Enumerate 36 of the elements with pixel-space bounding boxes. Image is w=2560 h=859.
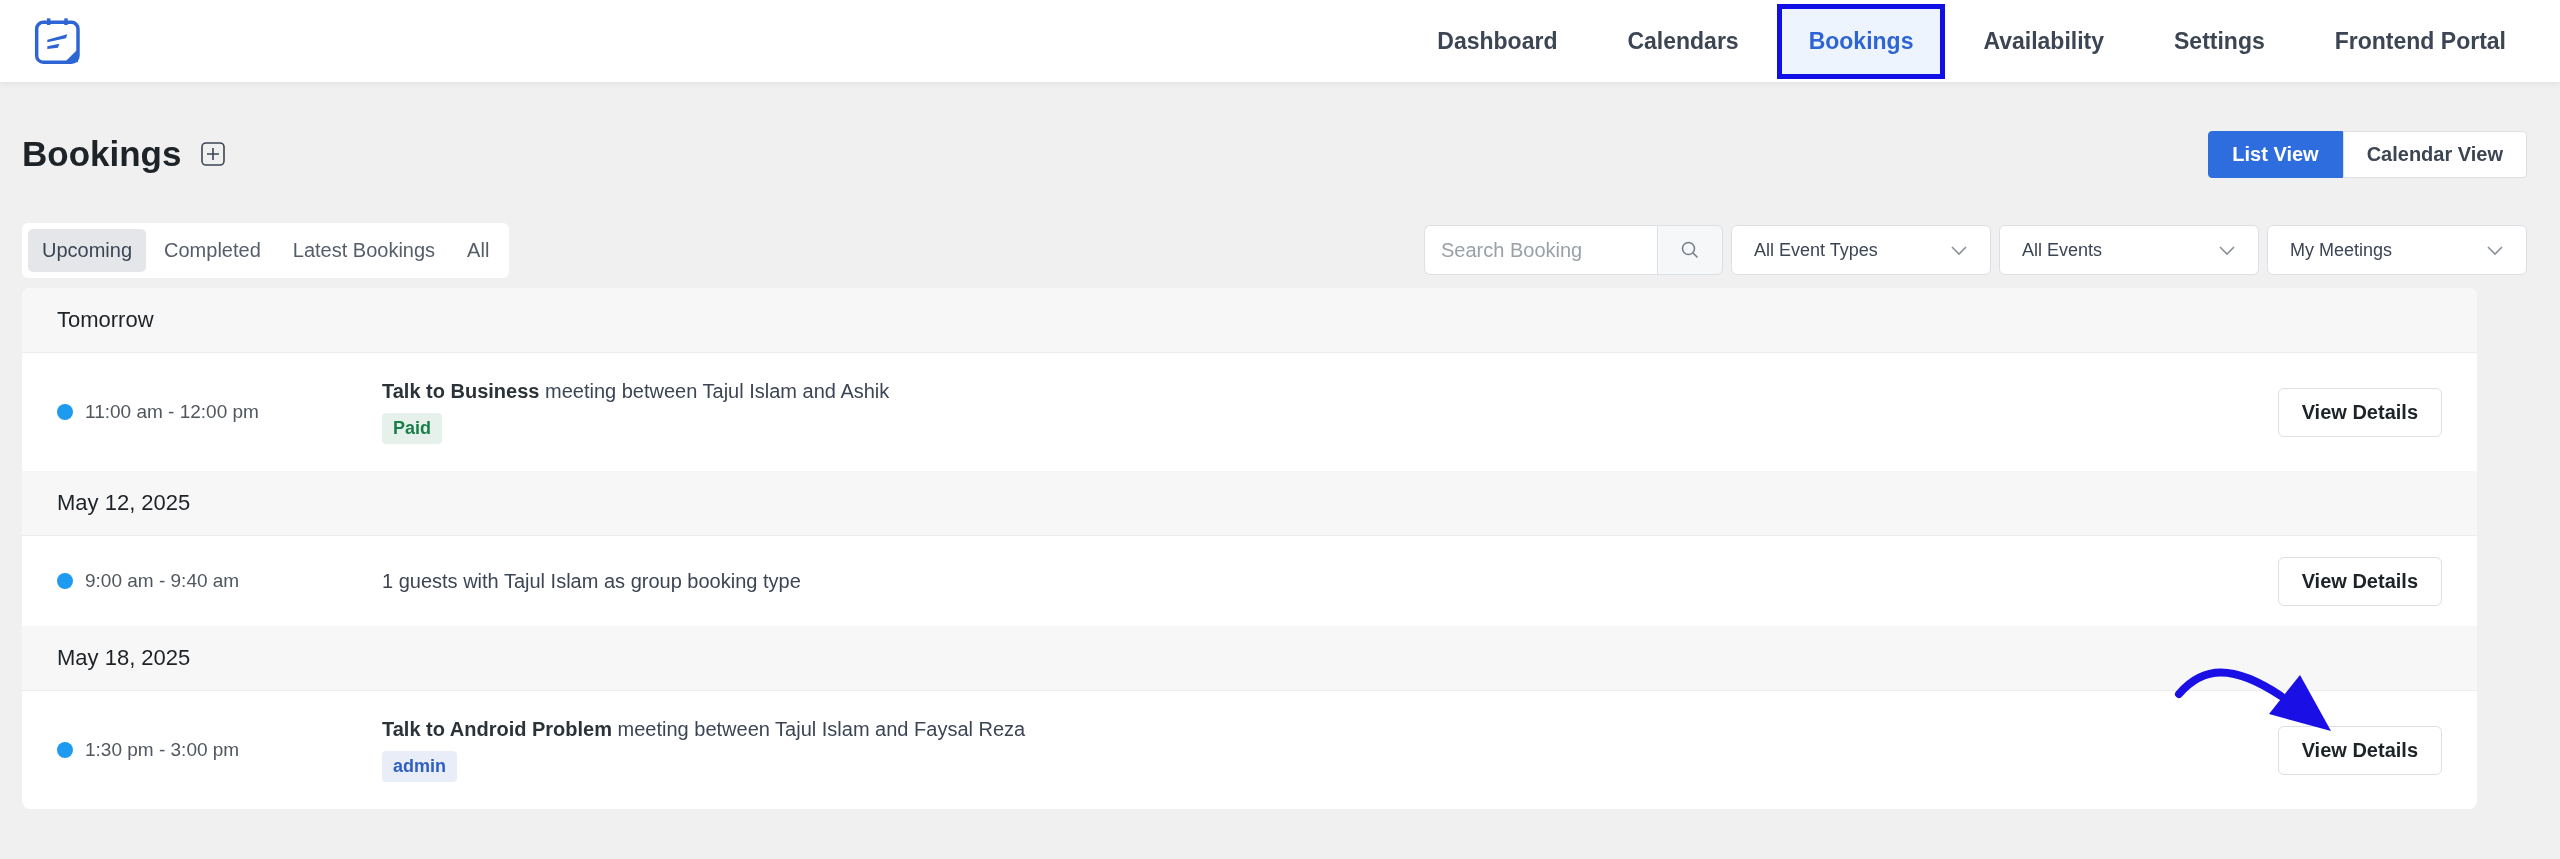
filter-tab[interactable]: Latest Bookings (278, 228, 450, 272)
booking-time: 11:00 am - 12:00 pm (85, 401, 259, 423)
nav-link[interactable]: Availability (1951, 3, 2137, 79)
nav-link[interactable]: Dashboard (1405, 3, 1590, 79)
nav-link[interactable]: Settings (2142, 3, 2297, 79)
filter-dropdown[interactable]: My Meetings (2267, 225, 2527, 275)
date-heading: Tomorrow (22, 288, 2477, 353)
booking-tag: Paid (382, 413, 442, 444)
chevron-down-icon (1950, 244, 1968, 256)
search-field[interactable]: Search Booking (1424, 225, 1657, 275)
filter-tab[interactable]: All (453, 228, 504, 272)
view-toggle-button[interactable]: Calendar View (2342, 130, 2527, 178)
filter-tab[interactable]: Upcoming (28, 228, 147, 272)
booking-title: Talk to Business meeting between Tajul Islam and Ashik (382, 380, 890, 403)
view-toggle-button[interactable]: List View (2208, 130, 2343, 178)
nav-link[interactable]: Frontend Portal (2302, 3, 2538, 79)
filter-tab[interactable]: Completed (150, 228, 275, 272)
booking-time: 9:00 am - 9:40 am (85, 570, 240, 592)
add-icon[interactable] (201, 142, 226, 166)
filter-dropdown[interactable]: All Event Types (1731, 225, 1991, 275)
booking-time: 1:30 pm - 3:00 pm (85, 739, 240, 761)
calendar-logo-icon[interactable] (34, 17, 82, 65)
chevron-down-icon (2486, 244, 2504, 256)
booking-tag: admin (382, 751, 457, 782)
date-heading: May 12, 2025 (22, 471, 2477, 536)
nav-link[interactable]: Calendars (1595, 3, 1771, 79)
view-details-button[interactable]: View Details (2277, 725, 2442, 775)
date-heading: May 18, 2025 (22, 626, 2477, 691)
filter-dropdown[interactable]: All Events (1999, 225, 2259, 275)
booking-title: 1 guests with Tajul Islam as group booking type (382, 569, 801, 593)
booking-title: Talk to Android Problem meeting between Tajul Islam and Faysal Reza (382, 718, 1026, 741)
search-icon (1680, 240, 1700, 260)
view-details-button[interactable]: View Details (2277, 387, 2442, 437)
page-title: Bookings (22, 134, 182, 174)
view-details-button[interactable]: View Details (2277, 556, 2442, 606)
chevron-down-icon (2218, 244, 2236, 256)
